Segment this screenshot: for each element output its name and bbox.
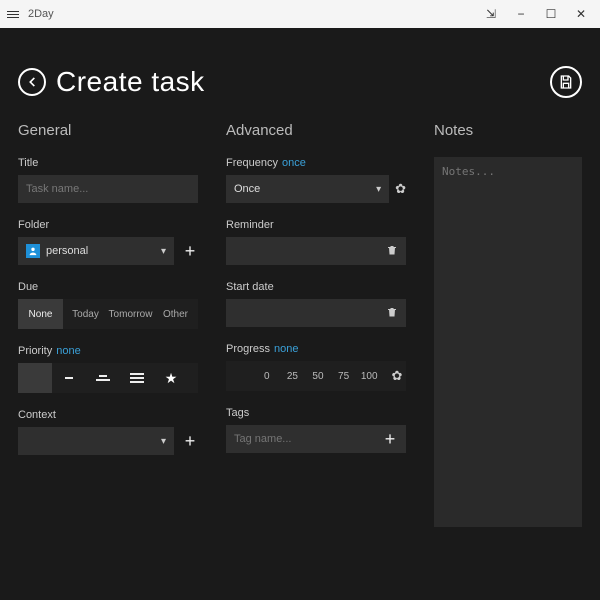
close-button[interactable]: ✕: [566, 7, 596, 21]
page-title: Create task: [56, 66, 205, 98]
frequency-label: Frequencyonce: [226, 157, 406, 169]
folder-select[interactable]: personal ▾: [18, 237, 174, 265]
notes-column: Notes: [434, 122, 582, 527]
startdate-row[interactable]: [226, 299, 406, 327]
progress-label: Progressnone: [226, 343, 406, 355]
trash-icon[interactable]: [386, 306, 398, 321]
general-heading: General: [18, 122, 198, 139]
progress-settings-button[interactable]: ✿: [382, 368, 406, 384]
gear-icon: ✿: [392, 368, 403, 384]
trash-icon[interactable]: [386, 244, 398, 259]
priority-picker: ★: [18, 363, 198, 393]
priority-medium[interactable]: [86, 363, 120, 393]
star-icon: ★: [165, 370, 178, 387]
priority-sub: none: [56, 345, 80, 357]
notes-box: [434, 157, 582, 527]
back-button[interactable]: [18, 68, 46, 96]
app-name: 2Day: [28, 8, 54, 20]
tag-input[interactable]: [234, 433, 382, 445]
arrow-left-icon: [25, 75, 39, 89]
notes-heading: Notes: [434, 122, 582, 139]
folder-value: personal: [46, 245, 88, 257]
notes-textarea[interactable]: [442, 165, 574, 519]
reminder-row[interactable]: [226, 237, 406, 265]
priority-star[interactable]: ★: [154, 363, 188, 393]
progress-75[interactable]: 75: [331, 371, 357, 382]
due-option-other[interactable]: Other: [153, 299, 198, 329]
priority-low[interactable]: [52, 363, 86, 393]
frequency-select[interactable]: Once ▾: [226, 175, 389, 203]
due-option-tomorrow[interactable]: Tomorrow: [108, 299, 153, 329]
priority-none[interactable]: [18, 363, 52, 393]
maximize-button[interactable]: ☐: [536, 7, 566, 21]
progress-0[interactable]: 0: [254, 371, 280, 382]
general-column: General Title Folder personal ▾: [18, 122, 198, 527]
startdate-label: Start date: [226, 281, 406, 293]
priority-high[interactable]: [120, 363, 154, 393]
progress-25[interactable]: 25: [280, 371, 306, 382]
add-folder-button[interactable]: +: [182, 242, 198, 260]
progress-50[interactable]: 50: [305, 371, 331, 382]
chevron-down-icon: ▾: [161, 436, 166, 447]
context-label: Context: [18, 409, 198, 421]
hamburger-icon[interactable]: [4, 8, 22, 21]
add-context-button[interactable]: +: [182, 432, 198, 450]
frequency-settings-button[interactable]: ✿: [395, 181, 406, 197]
due-label: Due: [18, 281, 198, 293]
person-icon: [26, 244, 40, 258]
minimize-button[interactable]: −: [506, 7, 536, 21]
due-option-none[interactable]: None: [18, 299, 63, 329]
advanced-column: Advanced Frequencyonce Once ▾ ✿ Reminder: [226, 122, 406, 527]
page-header: Create task: [18, 66, 582, 98]
frequency-value: Once: [234, 183, 260, 195]
reminder-label: Reminder: [226, 219, 406, 231]
tags-label: Tags: [226, 407, 406, 419]
title-label: Title: [18, 157, 198, 169]
save-icon: [558, 74, 574, 90]
priority-label: Prioritynone: [18, 345, 198, 357]
advanced-heading: Advanced: [226, 122, 406, 139]
restore-diagonal-icon[interactable]: ⇲: [476, 7, 506, 21]
due-option-today[interactable]: Today: [63, 299, 108, 329]
chevron-down-icon: ▾: [161, 246, 166, 257]
due-segmented: None Today Tomorrow Other: [18, 299, 198, 329]
context-select[interactable]: ▾: [18, 427, 174, 455]
chevron-down-icon: ▾: [376, 184, 381, 195]
progress-picker: 0 25 50 75 100 ✿: [226, 361, 406, 391]
progress-100[interactable]: 100: [356, 371, 382, 382]
save-button[interactable]: [550, 66, 582, 98]
add-tag-button[interactable]: +: [382, 430, 398, 448]
frequency-sub: once: [282, 157, 306, 169]
folder-label: Folder: [18, 219, 198, 231]
task-name-input[interactable]: [18, 175, 198, 203]
window-titlebar: 2Day ⇲ − ☐ ✕: [0, 0, 600, 28]
progress-sub: none: [274, 343, 298, 355]
